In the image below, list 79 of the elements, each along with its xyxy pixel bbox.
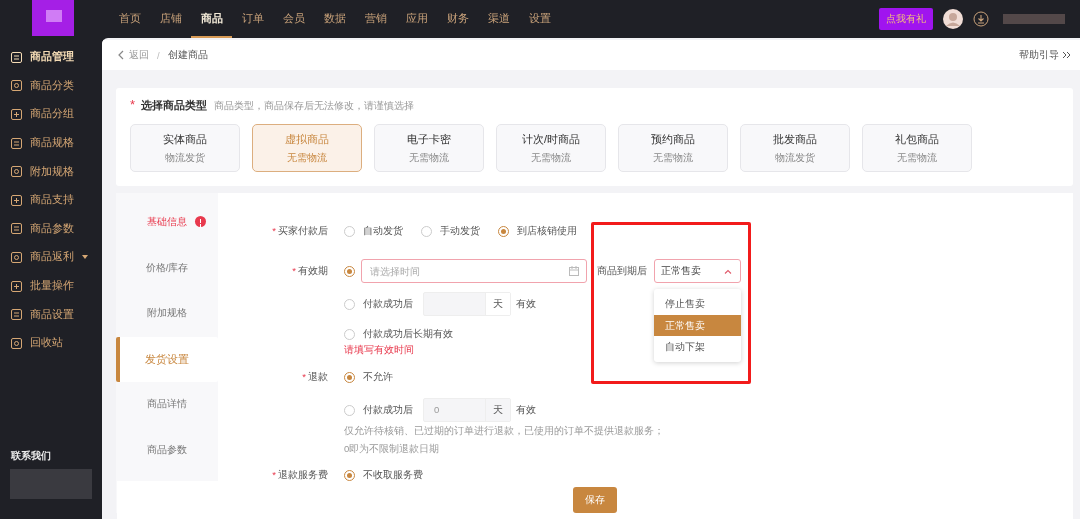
required-mark: * — [272, 225, 276, 236]
unit-text: 有效 — [516, 297, 536, 311]
nav-tab[interactable]: 首页 — [109, 0, 150, 38]
contact-title: 联系我们 — [10, 450, 52, 463]
radio-option[interactable]: 自动发货 — [344, 224, 403, 238]
hint-text: 仅允许待核销、已过期的订单进行退款，已使用的订单不提供退款服务； — [344, 424, 664, 438]
chevron-left-icon — [118, 50, 124, 60]
error-icon — [195, 216, 206, 227]
field-label: 商品到期后 — [597, 264, 647, 278]
sidebar-item[interactable]: 回收站 — [0, 328, 102, 358]
hint-text: 0即为不限制退款日期 — [344, 442, 441, 456]
sidebar-item[interactable]: 商品规格 — [0, 128, 102, 158]
nav-tab[interactable]: 数据 — [314, 0, 355, 38]
form-tab[interactable]: 商品参数 — [116, 427, 218, 473]
radio-option[interactable]: 不允许 — [344, 370, 393, 384]
type-option[interactable]: 计次/时商品 无需物流 — [496, 124, 606, 172]
nav-tab[interactable]: 设置 — [519, 0, 560, 38]
hint-text: 商品类型，商品保存后无法修改，请谨慎选择 — [214, 99, 415, 113]
logo-icon — [32, 0, 74, 36]
unit-text: 有效 — [516, 403, 536, 417]
date-field[interactable]: 请选择时间 — [361, 259, 587, 283]
sidebar-item[interactable]: 商品设置 — [0, 300, 102, 329]
type-option[interactable]: 预约商品 无需物流 — [618, 124, 728, 172]
number-field[interactable]: 天 — [423, 292, 511, 316]
sidebar-item[interactable]: 商品参数 — [0, 214, 102, 244]
type-option[interactable]: 批发商品 物流发货 — [740, 124, 850, 172]
radio-option[interactable]: 付款成功后 — [344, 403, 413, 417]
section-title: 选择商品类型 — [141, 98, 208, 113]
field-label: 买家付款后 — [278, 225, 328, 236]
breadcrumb-current: 创建商品 — [167, 48, 208, 62]
nav-tab[interactable]: 会员 — [273, 0, 314, 38]
error-text: 请填写有效时间 — [344, 343, 414, 357]
radio-option[interactable]: 手动发货 — [421, 224, 480, 238]
nav-tab[interactable]: 订单 — [232, 0, 273, 38]
type-option[interactable]: 电子卡密 无需物流 — [374, 124, 484, 172]
caret-icon — [82, 255, 88, 260]
calendar-icon — [569, 266, 579, 276]
select-field[interactable]: 正常售卖 — [654, 259, 741, 283]
required-mark: * — [272, 469, 276, 480]
form-tab[interactable]: 价格/库存 — [116, 245, 218, 291]
form-tab[interactable]: 基础信息 — [116, 200, 218, 246]
nav-tab[interactable]: 营销 — [355, 0, 396, 38]
sidebar-item[interactable]: 商品支持 — [0, 185, 102, 215]
download-icon[interactable] — [973, 11, 989, 27]
sidebar-item[interactable]: 商品管理 — [0, 43, 102, 72]
sidebar-item[interactable]: 附加规格 — [0, 157, 102, 186]
radio-option[interactable]: 付款成功后长期有效 — [344, 327, 453, 341]
radio[interactable] — [344, 265, 355, 277]
redacted-block — [1003, 14, 1065, 24]
required-mark: * — [302, 371, 306, 382]
field-label: 退款 — [308, 371, 328, 382]
nav-tab[interactable]: 财务 — [437, 0, 478, 38]
sidebar-item[interactable]: 商品返利 — [0, 243, 102, 272]
type-option[interactable]: 实体商品 物流发货 — [130, 124, 240, 172]
radio-option[interactable]: 不收取服务费 — [344, 468, 423, 482]
form-tab[interactable]: 商品详情 — [116, 382, 218, 428]
double-chevron-icon — [1062, 51, 1071, 59]
nav-tab[interactable]: 应用 — [396, 0, 437, 38]
sidebar-item[interactable]: 商品分组 — [0, 100, 102, 129]
field-label: 有效期 — [298, 265, 328, 276]
dropdown-option[interactable]: 停止售卖 — [654, 293, 741, 315]
field-label: 退款服务费 — [278, 469, 328, 480]
gift-button[interactable]: 点我有礼 — [879, 8, 933, 30]
avatar-icon[interactable] — [943, 9, 963, 29]
nav-tab[interactable]: 渠道 — [478, 0, 519, 38]
required-mark: * — [130, 97, 136, 112]
dropdown-option[interactable]: 自动下架 — [654, 336, 741, 358]
form-tab[interactable]: 附加规格 — [116, 291, 218, 337]
sidebar-item[interactable]: 批量操作 — [0, 271, 102, 301]
required-mark: * — [292, 265, 296, 276]
help-link[interactable]: 帮助引导 — [1019, 48, 1071, 62]
nav-tab[interactable]: 店铺 — [150, 0, 191, 38]
sidebar-item[interactable]: 商品分类 — [0, 71, 102, 101]
breadcrumb-separator: / — [157, 49, 160, 61]
caret-up-icon — [724, 268, 732, 274]
type-option[interactable]: 礼包商品 无需物流 — [862, 124, 972, 172]
number-field[interactable]: 0 天 — [423, 398, 511, 422]
radio-option[interactable]: 到店核销使用 — [498, 224, 577, 238]
radio-option[interactable]: 付款成功后 — [344, 297, 413, 311]
